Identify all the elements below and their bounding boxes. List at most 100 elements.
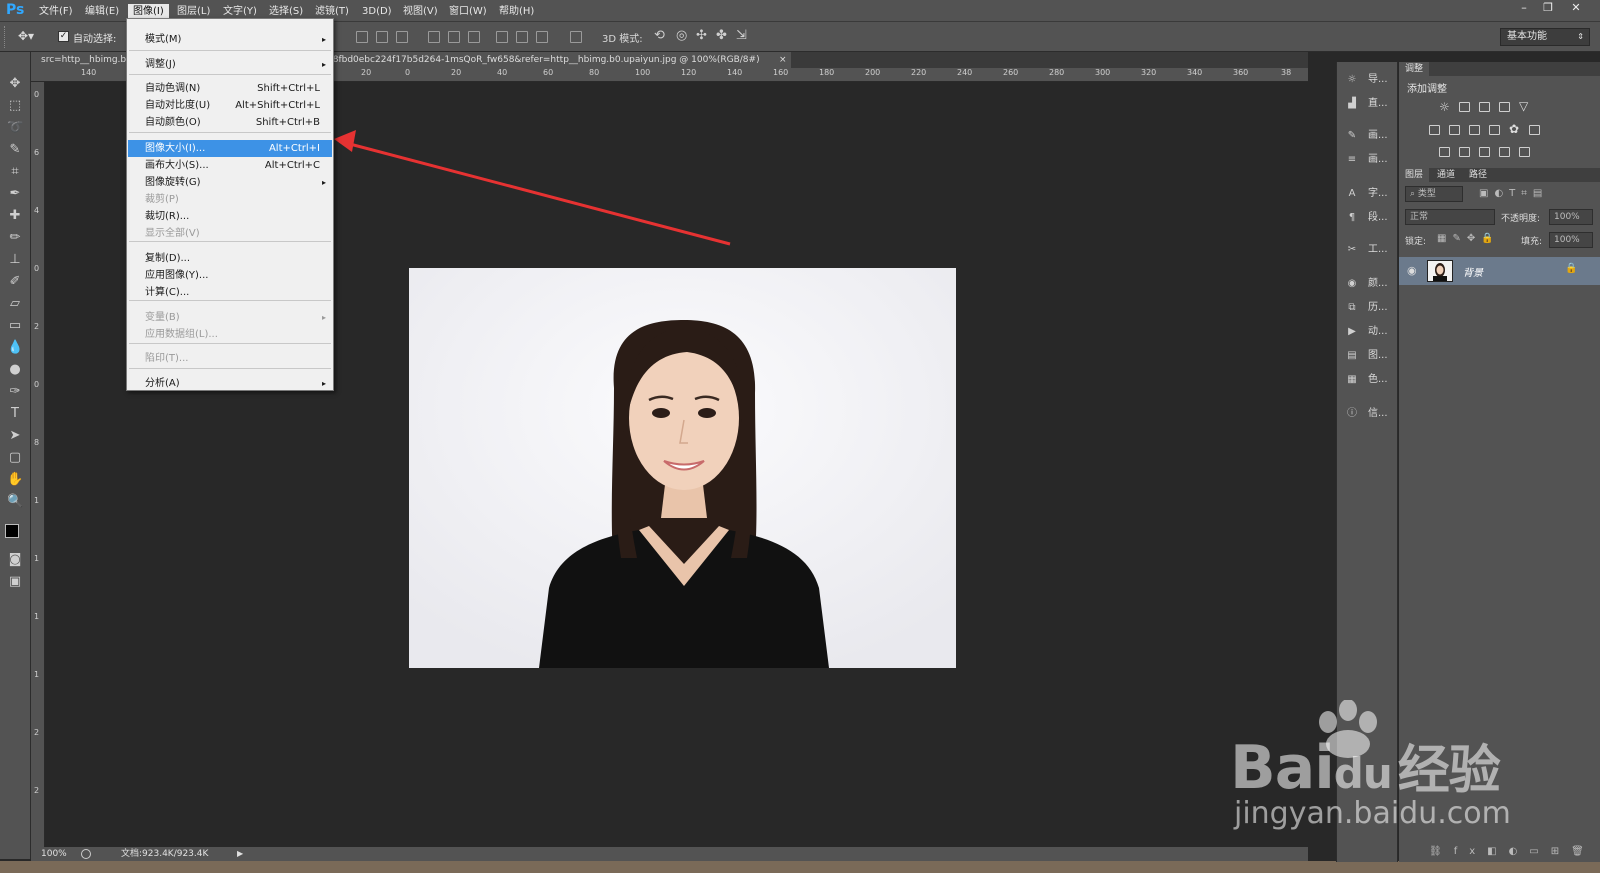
image-menu-item: 裁剪(P): [128, 191, 332, 208]
menu-separator: [129, 50, 331, 51]
collapsed-panels-column: ☼ 导... ▟ 直... ✎ 画... ≡ 画... A 字... ¶ 段... ✂ 工..…: [1336, 62, 1398, 862]
invert-icon[interactable]: [1439, 147, 1450, 157]
histogram-icon: ▟: [1348, 98, 1356, 109]
black-white-icon[interactable]: [1469, 125, 1480, 135]
image-menu-item: 变量(B) ▸: [128, 309, 332, 326]
menu-item-label: 变量(B): [145, 312, 180, 323]
layers-tab-bar: 图层 通道 路径: [1399, 168, 1600, 182]
color-panel-button[interactable]: ◉ 颜...: [1345, 276, 1393, 292]
tab-adjustments[interactable]: 调整: [1399, 62, 1430, 76]
character-panel-button[interactable]: A 字...: [1345, 186, 1393, 202]
image-menu-dropdown: 模式(M) ▸ 调整(J) ▸ 自动色调(N) Shift+Ctrl+L 自动对比度(U) A…: [126, 18, 334, 391]
navigator-panel-button[interactable]: ☼ 导...: [1345, 72, 1393, 88]
blend-mode-select[interactable]: 正常: [1405, 209, 1495, 225]
photo-filter-icon[interactable]: [1489, 125, 1500, 135]
menu-item-label: 图像旋转(G): [145, 177, 201, 188]
tab-channels[interactable]: 通道: [1431, 168, 1461, 182]
layer-filter-icons[interactable]: ▣◐T⌗▤: [1479, 188, 1548, 199]
lock-label: 锁定:: [1405, 237, 1427, 247]
submenu-arrow-icon: ▸: [321, 60, 326, 69]
tool-presets-icon: ✂: [1347, 244, 1357, 255]
tab-paths[interactable]: 路径: [1463, 168, 1493, 182]
paragraph-icon: ¶: [1348, 212, 1356, 223]
exposure-icon[interactable]: [1499, 102, 1510, 112]
layer-filter-select[interactable]: ⌕ 类型: [1405, 186, 1463, 202]
history-icon: ⧉: [1348, 302, 1356, 313]
brush-icon: ✎: [1347, 130, 1357, 141]
layer-thumbnail-image: [1433, 263, 1447, 281]
layer-comps-panel-button[interactable]: ▤ 图...: [1345, 348, 1393, 364]
layer-actions-icons[interactable]: ⛓fx◧◐▭⊞🗑: [1429, 846, 1596, 857]
info-panel-button[interactable]: ⓘ 信...: [1345, 406, 1393, 422]
posterize-icon[interactable]: [1459, 147, 1470, 157]
character-icon: A: [1348, 188, 1356, 199]
document-size: 文档:923.4K/923.4K: [121, 849, 209, 859]
image-menu-item[interactable]: 计算(C)...: [128, 284, 332, 301]
layer-name[interactable]: 背景: [1463, 264, 1483, 279]
blend-mode-value: 正常: [1410, 212, 1429, 222]
image-menu-item: 应用数据组(L)...: [128, 326, 332, 343]
lock-options-icons[interactable]: ▦✎✥🔒: [1437, 233, 1500, 244]
opacity-input[interactable]: 100%: [1549, 209, 1593, 225]
menu-item-label: 图像大小(I)...: [145, 143, 206, 154]
eye-visibility-icon[interactable]: ◉: [1407, 264, 1417, 277]
swatches-icon: ▦: [1347, 374, 1357, 385]
status-info-icon[interactable]: [81, 849, 91, 859]
image-menu-item[interactable]: 画布大小(S)... Alt+Ctrl+C: [128, 157, 332, 174]
image-menu-item[interactable]: 分析(A) ▸: [128, 375, 332, 392]
image-menu-item[interactable]: 裁切(R)...: [128, 208, 332, 225]
layer-row-background[interactable]: ◉ 背景 🔒: [1399, 257, 1600, 285]
image-menu-item[interactable]: 自动颜色(O) Shift+Ctrl+B: [128, 114, 332, 131]
fill-value: 100%: [1554, 235, 1580, 245]
channel-mixer-icon[interactable]: ✿: [1509, 122, 1519, 136]
hue-saturation-icon[interactable]: [1429, 125, 1440, 135]
menu-item-shortcut: Alt+Ctrl+C: [264, 160, 320, 171]
image-menu-item: 陷印(T)...: [128, 350, 332, 367]
brightness-contrast-icon[interactable]: ☼: [1439, 100, 1450, 114]
image-menu-item[interactable]: 图像大小(I)... Alt+Ctrl+I: [128, 140, 332, 157]
search-icon: ⌕: [1410, 189, 1418, 199]
menu-separator: [129, 343, 331, 344]
menu-item-shortcut: Alt+Shift+Ctrl+L: [235, 100, 320, 111]
actions-panel-button[interactable]: ▶ 动...: [1345, 324, 1393, 340]
image-menu-item[interactable]: 自动对比度(U) Alt+Shift+Ctrl+L: [128, 97, 332, 114]
menu-item-label: 自动色调(N): [145, 83, 201, 94]
status-menu-arrow-icon[interactable]: ▶: [237, 847, 243, 861]
right-panel-dock: 调整 添加调整 ☼ ▽ ✿ 图层 通道 路径 ⌕ 类型 ▣◐T⌗▤ 正常 不透明…: [1399, 62, 1600, 862]
swatches-panel-button[interactable]: ▦ 色...: [1345, 372, 1393, 388]
image-menu-item[interactable]: 自动色调(N) Shift+Ctrl+L: [128, 80, 332, 97]
brush-presets-panel-button[interactable]: ≡ 画...: [1345, 152, 1393, 168]
zoom-level[interactable]: 100%: [41, 847, 67, 861]
image-menu-item[interactable]: 调整(J) ▸: [128, 56, 332, 73]
image-menu-item[interactable]: 图像旋转(G) ▸: [128, 174, 332, 191]
history-panel-button[interactable]: ⧉ 历...: [1345, 300, 1393, 316]
curves-icon[interactable]: [1479, 102, 1490, 112]
tool-presets-panel-button[interactable]: ✂ 工...: [1345, 242, 1393, 258]
brush-presets-icon: ≡: [1347, 154, 1357, 165]
menu-item-label: 画布大小(S)...: [145, 160, 209, 171]
vibrance-icon[interactable]: ▽: [1519, 99, 1528, 113]
image-menu-item: 显示全部(V): [128, 225, 332, 242]
color-balance-icon[interactable]: [1449, 125, 1460, 135]
image-menu-item[interactable]: 复制(D)...: [128, 250, 332, 267]
fill-label: 填充:: [1521, 237, 1543, 247]
menu-item-label: 计算(C)...: [145, 287, 190, 298]
image-menu-item[interactable]: 模式(M) ▸: [128, 31, 332, 48]
tab-layers[interactable]: 图层: [1399, 168, 1430, 182]
menu-item-label: 裁剪(P): [145, 194, 179, 205]
paragraph-panel-button[interactable]: ¶ 段...: [1345, 210, 1393, 226]
navigator-icon: ☼: [1347, 74, 1357, 85]
fill-input[interactable]: 100%: [1549, 232, 1593, 248]
menu-item-label: 陷印(T)...: [145, 353, 189, 364]
selective-color-icon[interactable]: [1499, 147, 1510, 157]
image-menu-item[interactable]: 应用图像(Y)...: [128, 267, 332, 284]
levels-icon[interactable]: [1459, 102, 1470, 112]
submenu-arrow-icon: ▸: [321, 379, 326, 388]
gradient-map-icon[interactable]: [1519, 147, 1530, 157]
histogram-panel-button[interactable]: ▟ 直...: [1345, 96, 1393, 112]
actions-play-icon: ▶: [1348, 326, 1356, 337]
brush-panel-button[interactable]: ✎ 画...: [1345, 128, 1393, 144]
color-lookup-icon[interactable]: [1529, 125, 1540, 135]
threshold-icon[interactable]: [1479, 147, 1490, 157]
menu-separator: [129, 132, 331, 133]
